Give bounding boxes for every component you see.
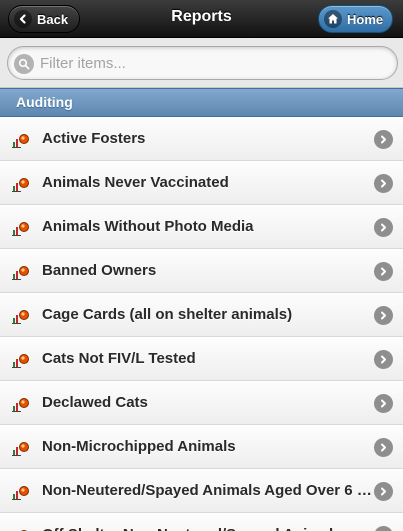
list-item-label: Animals Without Photo Media (42, 218, 254, 235)
chevron-right-icon (374, 130, 393, 149)
arrow-left-icon (14, 10, 32, 28)
chevron-right-icon (374, 526, 393, 531)
report-icon (12, 352, 30, 368)
chevron-right-icon (374, 350, 393, 369)
list-item[interactable]: Banned Owners (0, 249, 403, 293)
home-button[interactable]: Home (318, 5, 393, 33)
report-icon (12, 176, 30, 192)
chevron-right-icon (374, 174, 393, 193)
list-item[interactable]: Active Fosters (0, 117, 403, 161)
filter-field[interactable] (7, 46, 398, 80)
list-item[interactable]: Animals Never Vaccinated (0, 161, 403, 205)
chevron-right-icon (374, 438, 393, 457)
list-item[interactable]: Cage Cards (all on shelter animals) (0, 293, 403, 337)
report-icon (12, 484, 30, 500)
search-icon (14, 54, 34, 74)
list-item-label: Cage Cards (all on shelter animals) (42, 306, 293, 323)
chevron-right-icon (374, 306, 393, 325)
list-item[interactable]: Animals Without Photo Media (0, 205, 403, 249)
list-item[interactable]: Non-Neutered/Spayed Animals Aged Over 6 … (0, 469, 403, 513)
report-icon (12, 132, 30, 148)
chevron-right-icon (374, 482, 393, 501)
report-icon (12, 220, 30, 236)
list-item-label: Non-Microchipped Animals (42, 438, 236, 455)
chevron-right-icon (374, 218, 393, 237)
chevron-right-icon (374, 262, 393, 281)
list-item[interactable]: Declawed Cats (0, 381, 403, 425)
list-item-label: Declawed Cats (42, 394, 148, 411)
report-icon (12, 396, 30, 412)
home-icon (324, 10, 342, 28)
list-item-label: Active Fosters (42, 130, 146, 147)
filter-input[interactable] (40, 50, 390, 76)
list-item[interactable]: Off Shelter Non-Neutered/Spayed Animals (0, 513, 403, 531)
list-item[interactable]: Non-Microchipped Animals (0, 425, 403, 469)
list-item-label: Animals Never Vaccinated (42, 174, 229, 191)
chevron-right-icon (374, 394, 393, 413)
filter-bar (0, 38, 403, 88)
list-item-label: Cats Not FIV/L Tested (42, 350, 196, 367)
list-item-label: Banned Owners (42, 262, 157, 279)
list-item-label: Off Shelter Non-Neutered/Spayed Animals (42, 514, 372, 531)
report-icon (12, 264, 30, 280)
report-icon (12, 440, 30, 456)
list-item-label: Non-Neutered/Spayed Animals Aged Over 6 … (42, 482, 372, 499)
list-item[interactable]: Cats Not FIV/L Tested (0, 337, 403, 381)
section-divider-auditing: Auditing (0, 88, 403, 117)
back-button-label: Back (37, 11, 69, 27)
report-icon (12, 308, 30, 324)
header-bar: Reports Back Home (0, 0, 403, 38)
home-button-label: Home (347, 11, 384, 27)
back-button[interactable]: Back (8, 5, 80, 33)
report-list: Active Fosters Animals Never Vaccinated (0, 117, 403, 531)
